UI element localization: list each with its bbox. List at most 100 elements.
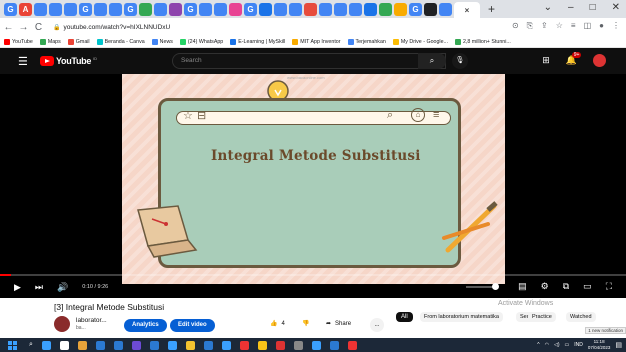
browser-tab[interactable] — [334, 2, 347, 16]
subtitles-icon[interactable]: ▤ — [518, 281, 527, 292]
settings-gear-icon[interactable]: ⚙ — [541, 281, 549, 292]
forward-icon[interactable]: → — [17, 22, 30, 33]
analytics-button[interactable]: Analytics — [124, 319, 167, 332]
chip-watched[interactable]: Watched — [566, 312, 596, 322]
dislike-button[interactable]: 👎 — [302, 320, 309, 327]
browser-tab[interactable] — [274, 2, 287, 16]
edit-video-button[interactable]: Edit video — [170, 319, 215, 332]
bookmark-item[interactable]: YouTube — [4, 38, 33, 45]
menu-icon[interactable]: ⋮ — [612, 21, 620, 31]
bookmark-item[interactable]: Gmail — [67, 38, 90, 45]
volume-slider[interactable] — [466, 283, 499, 290]
chip-all[interactable]: All — [396, 312, 413, 322]
taskbar-app-icon[interactable] — [59, 340, 69, 350]
taskbar-app-icon[interactable] — [113, 340, 123, 350]
new-notification-toast[interactable]: 1 new notification — [585, 327, 626, 334]
url-field[interactable]: 🔒 youtube.com/watch?v=hIXLNNUDxU — [53, 24, 170, 31]
bookmark-item[interactable]: News — [151, 38, 173, 45]
search-button[interactable]: ⌕ — [418, 53, 446, 69]
language-indicator[interactable]: IND — [574, 342, 583, 348]
window-list-icon[interactable]: ⌄ — [544, 2, 552, 13]
browser-tab[interactable] — [379, 2, 392, 16]
taskbar-app-icon[interactable] — [221, 340, 231, 350]
browser-tab[interactable] — [424, 2, 437, 16]
reading-list-icon[interactable]: ≡ — [571, 21, 576, 31]
battery-icon[interactable]: ▭ — [564, 342, 569, 348]
chip-practice[interactable]: Practice — [528, 312, 556, 322]
create-video-icon[interactable]: ⊞ — [542, 55, 550, 66]
browser-tab[interactable] — [64, 2, 77, 16]
browser-tab[interactable]: G — [79, 2, 92, 16]
browser-tab[interactable]: G — [244, 2, 257, 16]
taskbar-app-icon[interactable] — [149, 340, 159, 350]
share-page-icon[interactable]: ⇪ — [541, 21, 548, 31]
taskbar-app-icon[interactable] — [275, 340, 285, 350]
browser-tab[interactable] — [259, 2, 272, 16]
bookmark-item[interactable]: My Drive - Google... — [392, 38, 448, 45]
action-center-icon[interactable]: ▤ — [615, 341, 622, 349]
bookmark-star-icon[interactable]: ☆ — [556, 21, 563, 31]
browser-tab[interactable] — [394, 2, 407, 16]
reload-icon[interactable]: C — [32, 22, 45, 33]
browser-tab[interactable] — [169, 2, 182, 16]
browser-tab[interactable] — [304, 2, 317, 16]
windows-start-icon[interactable] — [8, 340, 17, 350]
clock[interactable]: 11:18 07/04/2023 — [588, 339, 611, 351]
voice-search-button[interactable]: 🎙 — [452, 53, 468, 69]
play-button-icon[interactable]: ▶ — [14, 282, 21, 293]
new-tab-icon[interactable]: + — [488, 2, 495, 16]
browser-tab[interactable]: A — [19, 2, 32, 16]
browser-tab[interactable] — [229, 2, 242, 16]
bookmark-item[interactable]: 2,8 million+ Stunni... — [454, 38, 511, 45]
browser-tab[interactable] — [199, 2, 212, 16]
volume-icon[interactable]: 🔊 — [57, 282, 68, 293]
back-icon[interactable]: ← — [2, 22, 15, 33]
channel-avatar[interactable] — [54, 316, 70, 332]
bookmark-item[interactable]: Maps — [39, 38, 61, 45]
browser-tab[interactable] — [139, 2, 152, 16]
taskbar-app-icon[interactable] — [77, 340, 87, 350]
taskbar-app-icon[interactable] — [131, 340, 141, 350]
translate-icon[interactable]: ⎘ — [527, 21, 533, 31]
taskbar-app-icon[interactable] — [185, 340, 195, 350]
taskbar-app-icon[interactable] — [293, 340, 303, 350]
hamburger-menu-icon[interactable]: ☰ — [18, 55, 28, 68]
theater-mode-icon[interactable]: ▭ — [583, 281, 592, 292]
taskbar-app-icon[interactable] — [311, 340, 321, 350]
browser-tab[interactable] — [34, 2, 47, 16]
close-window-icon[interactable]: ✕ — [612, 2, 620, 13]
bookmark-item[interactable]: MIT App Inventor — [292, 38, 341, 45]
profile-icon[interactable]: ● — [599, 21, 604, 31]
browser-tab[interactable] — [109, 2, 122, 16]
taskbar-app-icon[interactable] — [257, 340, 267, 350]
bookmark-item[interactable]: E-Learning | MySkill — [230, 38, 285, 45]
browser-tab[interactable] — [49, 2, 62, 16]
taskbar-app-icon[interactable] — [239, 340, 249, 350]
google-lens-icon[interactable]: ⊙ — [512, 21, 519, 31]
youtube-logo[interactable]: YouTube ID — [40, 56, 97, 66]
account-avatar[interactable] — [593, 54, 606, 67]
taskbar-search-icon[interactable]: ⌕ — [29, 341, 33, 349]
wifi-icon[interactable]: ◠ — [545, 342, 549, 348]
fullscreen-icon[interactable]: ⛶ — [606, 281, 612, 292]
more-actions-button[interactable]: ... — [370, 318, 384, 332]
maximize-icon[interactable]: □ — [590, 2, 596, 13]
taskbar-app-icon[interactable] — [167, 340, 177, 350]
browser-tab[interactable] — [349, 2, 362, 16]
bookmark-item[interactable]: Beranda - Canva — [96, 38, 145, 45]
taskbar-app-icon[interactable] — [347, 340, 357, 350]
taskbar-app-icon[interactable] — [329, 340, 339, 350]
bookmark-item[interactable]: Terjemahkan — [347, 38, 386, 45]
channel-name[interactable]: laborator... — [76, 317, 107, 324]
browser-tab[interactable]: G — [184, 2, 197, 16]
minimize-icon[interactable]: – — [568, 2, 574, 13]
volume-knob[interactable] — [492, 283, 499, 290]
taskbar-app-icon[interactable] — [41, 340, 51, 350]
active-tab-close-icon[interactable]: × — [454, 2, 480, 18]
browser-tab[interactable] — [154, 2, 167, 16]
browser-tab[interactable] — [319, 2, 332, 16]
browser-tab[interactable] — [439, 2, 452, 16]
bookmark-item[interactable]: (24) WhatsApp — [179, 38, 223, 45]
chip-from-channel[interactable]: From laboratorium matematika — [420, 312, 503, 322]
browser-tab[interactable]: G — [4, 2, 17, 16]
